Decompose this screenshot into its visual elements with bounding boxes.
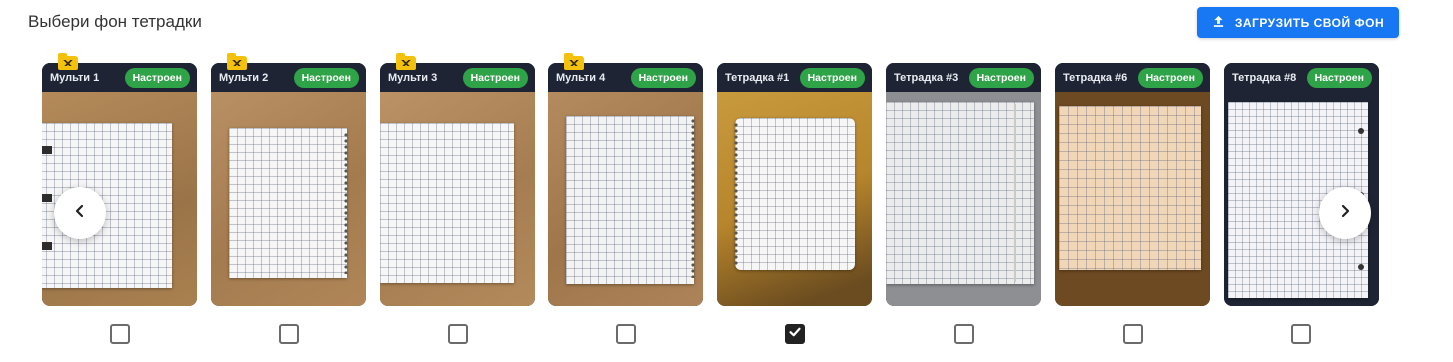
upload-button-label: ЗАГРУЗИТЬ СВОЙ ФОН (1234, 15, 1385, 30)
select-checkbox-notebook-3[interactable] (954, 324, 974, 344)
status-badge: Настроен (799, 67, 865, 88)
folder-icon (227, 53, 247, 70)
card-header: Тетрадка #6 Настроен (1055, 63, 1210, 92)
card-label: Мульти 3 (388, 71, 438, 84)
status-badge: Настроен (293, 67, 359, 88)
background-card-notebook-3[interactable]: Тетрадка #3 Настроен (886, 63, 1041, 306)
status-badge: Настроен (630, 67, 696, 88)
select-checkbox-notebook-8[interactable] (1291, 324, 1311, 344)
card-label: Тетрадка #3 (894, 71, 959, 84)
card-header: Тетрадка #8 Настроен (1224, 63, 1379, 92)
folder-icon (58, 53, 78, 70)
notebook-thumbnail (1055, 92, 1210, 306)
card-label: Мульти 2 (219, 71, 269, 84)
status-badge: Настроен (462, 67, 528, 88)
chevron-right-icon (1337, 203, 1353, 224)
background-card-multi-2[interactable]: Мульти 2 Настроен (211, 63, 366, 306)
background-card-multi-1[interactable]: Мульти 1 Настроен (42, 63, 197, 306)
background-card-notebook-1[interactable]: Тетрадка #1 Настроен (717, 63, 872, 306)
background-card-multi-4[interactable]: Мульти 4 Настроен (548, 63, 703, 306)
status-badge: Настроен (1137, 67, 1203, 88)
card-label: Мульти 1 (50, 71, 100, 84)
select-checkbox-multi-4[interactable] (616, 324, 636, 344)
select-checkbox-notebook-1[interactable] (785, 324, 805, 344)
card-header: Тетрадка #1 Настроен (717, 63, 872, 92)
card-label: Мульти 4 (556, 71, 606, 84)
card-label: Тетрадка #8 (1232, 71, 1297, 84)
folder-icon (564, 53, 584, 70)
card-label: Тетрадка #6 (1063, 71, 1128, 84)
select-checkbox-notebook-6[interactable] (1123, 324, 1143, 344)
folder-icon (396, 53, 416, 70)
carousel-prev-button[interactable] (54, 187, 106, 239)
background-card-notebook-6[interactable]: Тетрадка #6 Настроен (1055, 63, 1210, 306)
select-checkbox-multi-1[interactable] (110, 324, 130, 344)
checkmark-icon (788, 325, 802, 344)
status-badge: Настроен (968, 67, 1034, 88)
carousel-next-button[interactable] (1319, 187, 1371, 239)
status-badge: Настроен (124, 67, 190, 88)
upload-icon (1212, 15, 1225, 31)
background-card-multi-3[interactable]: Мульти 3 Настроен (380, 63, 535, 306)
card-label: Тетрадка #1 (725, 71, 790, 84)
page-title: Выбери фон тетрадки (28, 12, 202, 31)
notebook-thumbnail (886, 92, 1041, 306)
notebook-thumbnail (548, 92, 703, 306)
notebook-thumbnail (717, 92, 872, 306)
card-header: Тетрадка #3 Настроен (886, 63, 1041, 92)
notebook-thumbnail (380, 92, 535, 306)
select-checkbox-multi-3[interactable] (448, 324, 468, 344)
status-badge: Настроен (1306, 67, 1372, 88)
select-checkbox-multi-2[interactable] (279, 324, 299, 344)
background-card-notebook-8[interactable]: Тетрадка #8 Настроен (1224, 63, 1379, 306)
notebook-thumbnail (211, 92, 366, 306)
chevron-left-icon (72, 203, 88, 224)
upload-background-button[interactable]: ЗАГРУЗИТЬ СВОЙ ФОН (1197, 7, 1399, 38)
